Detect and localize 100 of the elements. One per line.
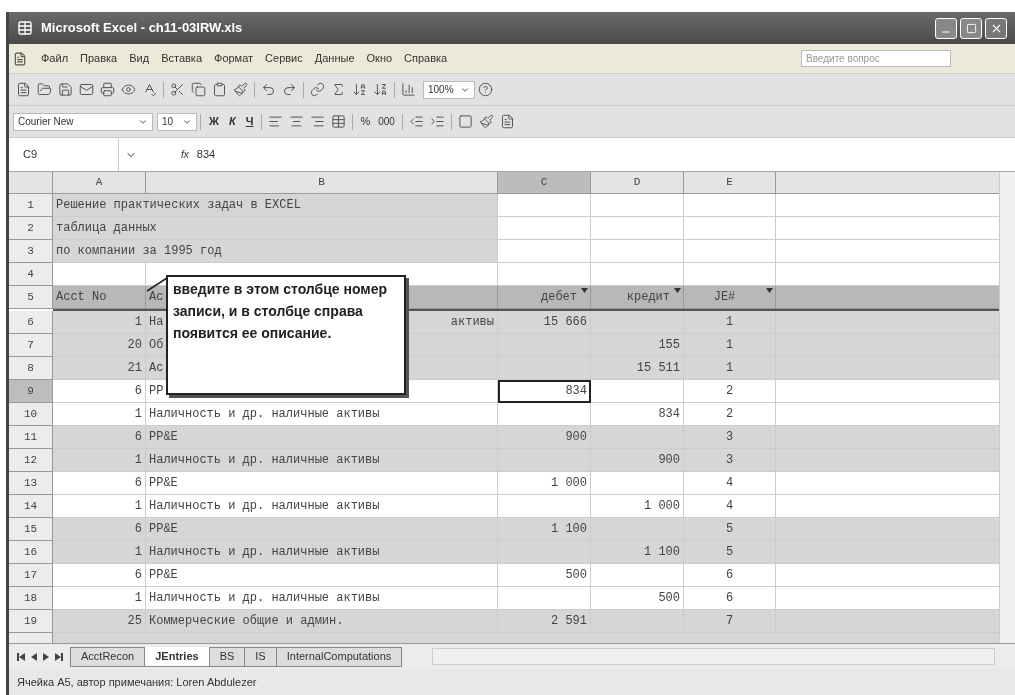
menu-item[interactable]: Сервис xyxy=(259,50,309,67)
align-left-icon[interactable] xyxy=(268,114,284,129)
save-icon[interactable] xyxy=(58,82,73,97)
row-header[interactable]: 2 xyxy=(9,217,53,240)
row-header[interactable]: 19 xyxy=(9,610,53,633)
row-header[interactable]: 14 xyxy=(9,495,53,518)
percent-button[interactable]: % xyxy=(356,113,375,130)
filter-arrow-icon[interactable] xyxy=(766,288,773,293)
previous-sheet-icon[interactable] xyxy=(31,652,37,661)
style-button[interactable]: Ж xyxy=(204,113,224,130)
menu-item[interactable]: Данные xyxy=(308,50,361,67)
maximize-icon xyxy=(965,22,977,34)
row-header[interactable]: 4 xyxy=(9,263,53,286)
redo-icon[interactable] xyxy=(282,82,297,97)
paintbrush-icon[interactable] xyxy=(233,82,248,97)
row-header[interactable]: 10 xyxy=(9,403,53,426)
sum-icon[interactable] xyxy=(331,82,346,97)
column-header[interactable]: E xyxy=(684,172,776,194)
style-button[interactable]: К xyxy=(223,113,241,130)
merge-cells-icon[interactable] xyxy=(331,114,347,129)
column-label: Acct No xyxy=(56,289,107,306)
last-sheet-icon[interactable] xyxy=(55,652,63,661)
help-icon[interactable] xyxy=(478,82,493,97)
row-header[interactable]: 3 xyxy=(9,240,53,263)
menu-item[interactable]: Вставка xyxy=(155,50,208,67)
row-header[interactable]: 12 xyxy=(9,449,53,472)
row-header[interactable]: 5 xyxy=(9,286,53,309)
row-header[interactable]: 7 xyxy=(9,334,53,357)
sheet-tab[interactable]: BS xyxy=(208,646,246,667)
row-header[interactable]: 17 xyxy=(9,564,53,587)
indent-icon[interactable] xyxy=(429,114,445,129)
column-header[interactable]: A xyxy=(53,172,146,194)
sheet-tab[interactable]: JEntries xyxy=(144,646,210,667)
menu-item[interactable]: Файл xyxy=(35,50,75,67)
folder-icon[interactable] xyxy=(37,82,52,97)
sort-descending-icon[interactable] xyxy=(373,82,388,97)
function-label[interactable]: fx xyxy=(181,147,189,162)
preview-icon[interactable] xyxy=(121,82,136,97)
vertical-scrollbar[interactable] xyxy=(999,172,1015,643)
row-header[interactable]: 13 xyxy=(9,472,53,495)
status-text: Ячейка A5, автор примечания: Loren Abdulezer xyxy=(17,674,257,690)
copy-icon[interactable] xyxy=(191,82,206,97)
sheet-tab[interactable]: InternalComputations xyxy=(275,646,403,667)
menu-item[interactable]: Формат xyxy=(208,50,260,67)
filter-arrow-icon[interactable] xyxy=(581,288,588,293)
thousands-button[interactable]: 000 xyxy=(374,114,399,129)
horizontal-scrollbar[interactable] xyxy=(432,648,995,665)
column-label: JE# xyxy=(713,289,736,306)
align-center-icon[interactable] xyxy=(289,114,305,129)
column-header[interactable]: D xyxy=(591,172,684,194)
column-label: Ac xyxy=(149,289,164,306)
row-header[interactable]: 16 xyxy=(9,541,53,564)
spreadsheet-icon xyxy=(17,20,33,36)
spellcheck-icon[interactable] xyxy=(142,82,157,97)
new-file-icon[interactable] xyxy=(16,82,31,97)
table-cell: таблица данных xyxy=(53,217,498,240)
sort-ascending-icon[interactable] xyxy=(352,82,367,97)
row-header[interactable]: 11 xyxy=(9,426,53,449)
menu-item[interactable]: Окно xyxy=(360,50,399,67)
menu-item[interactable]: Справка xyxy=(398,50,454,67)
borders-icon[interactable] xyxy=(457,114,473,129)
font-dropdown[interactable]: Courier New xyxy=(13,112,153,131)
next-sheet-icon[interactable] xyxy=(43,652,49,661)
row-header[interactable]: 8 xyxy=(9,357,53,380)
help-search-field[interactable]: Введите вопрос xyxy=(801,50,951,67)
row-header[interactable]: 1 xyxy=(9,194,53,217)
style-button[interactable]: Ч xyxy=(240,113,259,130)
menu-item[interactable]: Правка xyxy=(74,50,124,67)
filter-arrow-icon[interactable] xyxy=(674,288,681,293)
table-cell: 834 xyxy=(498,380,591,403)
column-label: кредит xyxy=(626,289,670,306)
align-right-icon[interactable] xyxy=(310,114,326,129)
row-header[interactable]: 18 xyxy=(9,587,53,610)
cell-text: активы xyxy=(450,314,494,331)
mail-icon[interactable] xyxy=(79,82,94,97)
table-cell: по компании за 1995 год xyxy=(53,240,498,263)
link-icon[interactable] xyxy=(310,82,325,97)
zoom-dropdown[interactable]: 100% xyxy=(423,80,475,99)
chart-icon[interactable] xyxy=(401,82,416,97)
row-header[interactable]: 15 xyxy=(9,518,53,541)
outdent-icon[interactable] xyxy=(408,114,424,129)
menu-item[interactable]: Вид xyxy=(123,50,156,67)
cut-icon[interactable] xyxy=(170,82,185,97)
column-label: дебет xyxy=(541,289,577,306)
maximize-button[interactable] xyxy=(960,17,982,39)
column-header[interactable]: C xyxy=(498,172,591,194)
printer-icon[interactable] xyxy=(100,82,115,97)
row-header[interactable]: 9 xyxy=(9,380,53,403)
paste-icon[interactable] xyxy=(212,82,227,97)
formula-value[interactable]: 834 xyxy=(196,146,216,163)
sheet-tab[interactable]: AcctRecon xyxy=(70,646,146,667)
name-box[interactable]: C9 xyxy=(9,138,119,171)
minimize-button[interactable] xyxy=(935,17,957,39)
row-header[interactable]: 6 xyxy=(9,311,53,334)
first-sheet-icon[interactable] xyxy=(17,652,25,661)
sheet-tab[interactable]: IS xyxy=(244,646,277,667)
font-size-dropdown[interactable]: 10 xyxy=(157,112,197,131)
close-button[interactable] xyxy=(985,17,1007,39)
column-header[interactable]: B xyxy=(146,172,498,194)
undo-icon[interactable] xyxy=(261,82,276,97)
